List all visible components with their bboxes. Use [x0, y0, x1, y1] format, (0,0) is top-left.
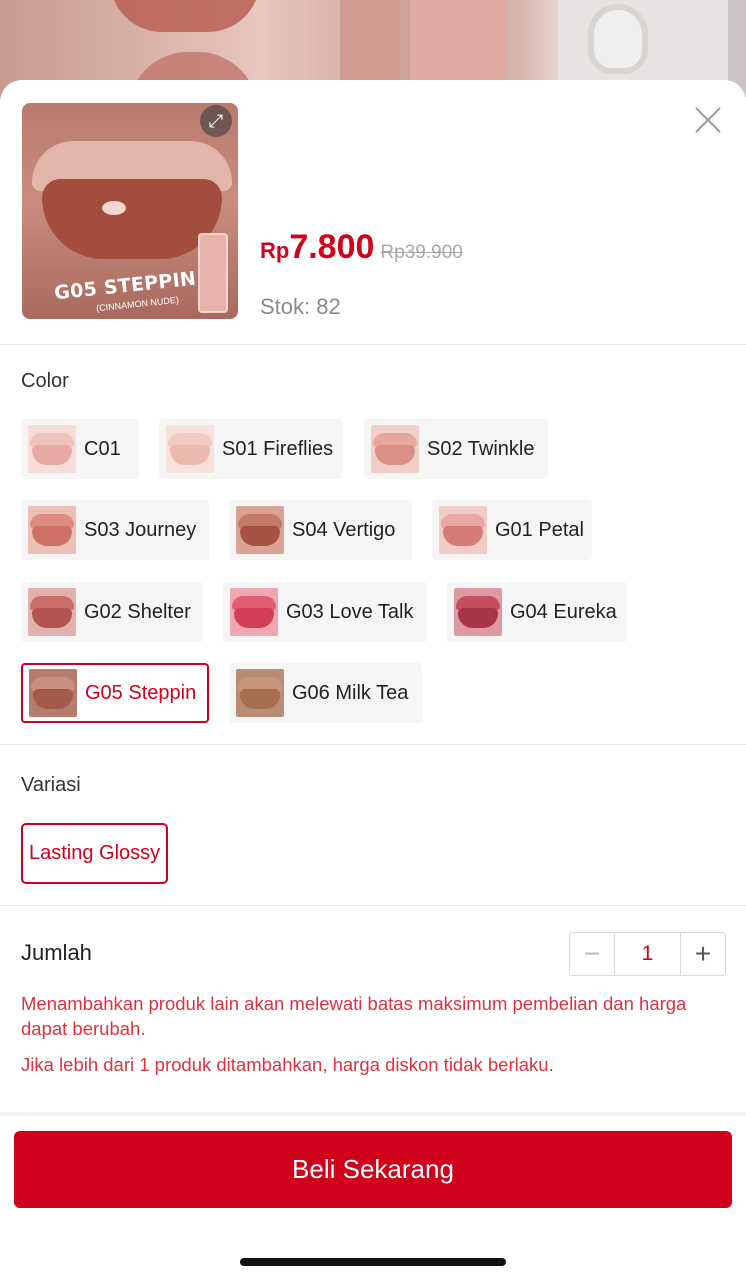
color-swatch-image — [166, 425, 214, 473]
expand-icon[interactable]: ⤢ — [200, 105, 232, 137]
price-block: Rp 7.800 Rp39.900 — [260, 228, 463, 267]
price-currency: Rp — [260, 238, 290, 263]
original-price: Rp39.900 — [380, 242, 463, 263]
color-option-s03-journey[interactable]: S03 Journey — [21, 500, 209, 560]
swatch-lower-lip — [234, 608, 274, 628]
color-option-c01[interactable]: C01 — [21, 419, 139, 479]
variation-option-lasting-glossy[interactable]: Lasting Glossy — [21, 823, 169, 884]
color-swatch-image — [371, 425, 419, 473]
swatch-lower-lip — [32, 445, 72, 465]
increase-quantity-button[interactable]: + — [681, 933, 725, 975]
thumb-gloss-highlight — [102, 201, 126, 215]
quantity-stepper: − 1 + — [569, 932, 726, 976]
swatch-lower-lip — [458, 608, 498, 628]
swatch-lower-lip — [32, 526, 72, 546]
background-tube-image — [340, 0, 400, 90]
color-swatch-image — [236, 669, 284, 717]
background-tube-image — [410, 0, 505, 90]
color-option-s01-fireflies[interactable]: S01 Fireflies — [159, 419, 343, 479]
swatch-lower-lip — [375, 445, 415, 465]
color-swatch-image — [236, 506, 284, 554]
divider — [0, 344, 746, 345]
color-option-label: C01 — [84, 437, 121, 460]
color-option-g05-steppin[interactable]: G05 Steppin — [21, 663, 209, 723]
color-option-label: G01 Petal — [495, 518, 584, 541]
color-swatch-image — [28, 506, 76, 554]
color-option-g03-love-talk[interactable]: G03 Love Talk — [223, 582, 427, 642]
background-lip-image — [110, 0, 260, 32]
stock-count: Stok: 82 — [260, 294, 341, 319]
color-option-g02-shelter[interactable]: G02 Shelter — [21, 582, 203, 642]
swatch-lower-lip — [32, 608, 72, 628]
quantity-label: Jumlah — [21, 940, 92, 965]
thumb-lipgloss-tube — [198, 233, 228, 313]
color-option-label: G05 Steppin — [85, 681, 197, 704]
color-section-label: Color — [21, 370, 69, 392]
price-value: 7.800 — [289, 228, 375, 266]
variation-section-label: Variasi — [21, 774, 81, 796]
discount-warning: Jika lebih dari 1 produk ditambahkan, ha… — [21, 1054, 554, 1075]
color-option-g04-eureka[interactable]: G04 Eureka — [447, 582, 627, 642]
quantity-value[interactable]: 1 — [614, 933, 681, 975]
color-swatch-image — [454, 588, 502, 636]
color-option-label: G03 Love Talk — [286, 600, 414, 623]
swatch-lower-lip — [33, 689, 73, 709]
color-option-label: G02 Shelter — [84, 600, 191, 623]
divider — [0, 905, 746, 906]
color-swatch-image — [439, 506, 487, 554]
color-option-g01-petal[interactable]: G01 Petal — [432, 500, 592, 560]
swatch-lower-lip — [443, 526, 483, 546]
home-indicator — [240, 1258, 506, 1266]
color-option-label: G06 Milk Tea — [292, 681, 409, 704]
color-option-label: S04 Vertigo — [292, 518, 396, 541]
decrease-quantity-button[interactable]: − — [570, 933, 614, 975]
swatch-lower-lip — [240, 689, 280, 709]
color-option-label: S01 Fireflies — [222, 437, 334, 460]
color-option-s02-twinkle[interactable]: S02 Twinkle — [364, 419, 548, 479]
swatch-lower-lip — [240, 526, 280, 546]
purchase-limit-warning: Menambahkan produk lain akan melewati ba… — [21, 993, 687, 1039]
product-thumbnail[interactable]: G05 STEPPIN (CINNAMON NUDE) — [22, 103, 238, 319]
color-option-label: S03 Journey — [84, 518, 197, 541]
color-swatch-image — [28, 588, 76, 636]
color-swatch-image — [29, 669, 77, 717]
divider — [0, 744, 746, 745]
color-option-label: G04 Eureka — [510, 600, 617, 623]
color-option-g06-milk-tea[interactable]: G06 Milk Tea — [229, 663, 422, 723]
color-option-s04-vertigo[interactable]: S04 Vertigo — [229, 500, 412, 560]
background-person-head — [588, 4, 648, 74]
color-option-label: S02 Twinkle — [427, 437, 535, 460]
buy-now-button[interactable]: Beli Sekarang — [14, 1131, 732, 1208]
close-icon[interactable] — [688, 100, 728, 140]
color-swatch-image — [28, 425, 76, 473]
swatch-lower-lip — [170, 445, 210, 465]
color-swatch-image — [230, 588, 278, 636]
thumb-lower-lip — [42, 179, 222, 259]
